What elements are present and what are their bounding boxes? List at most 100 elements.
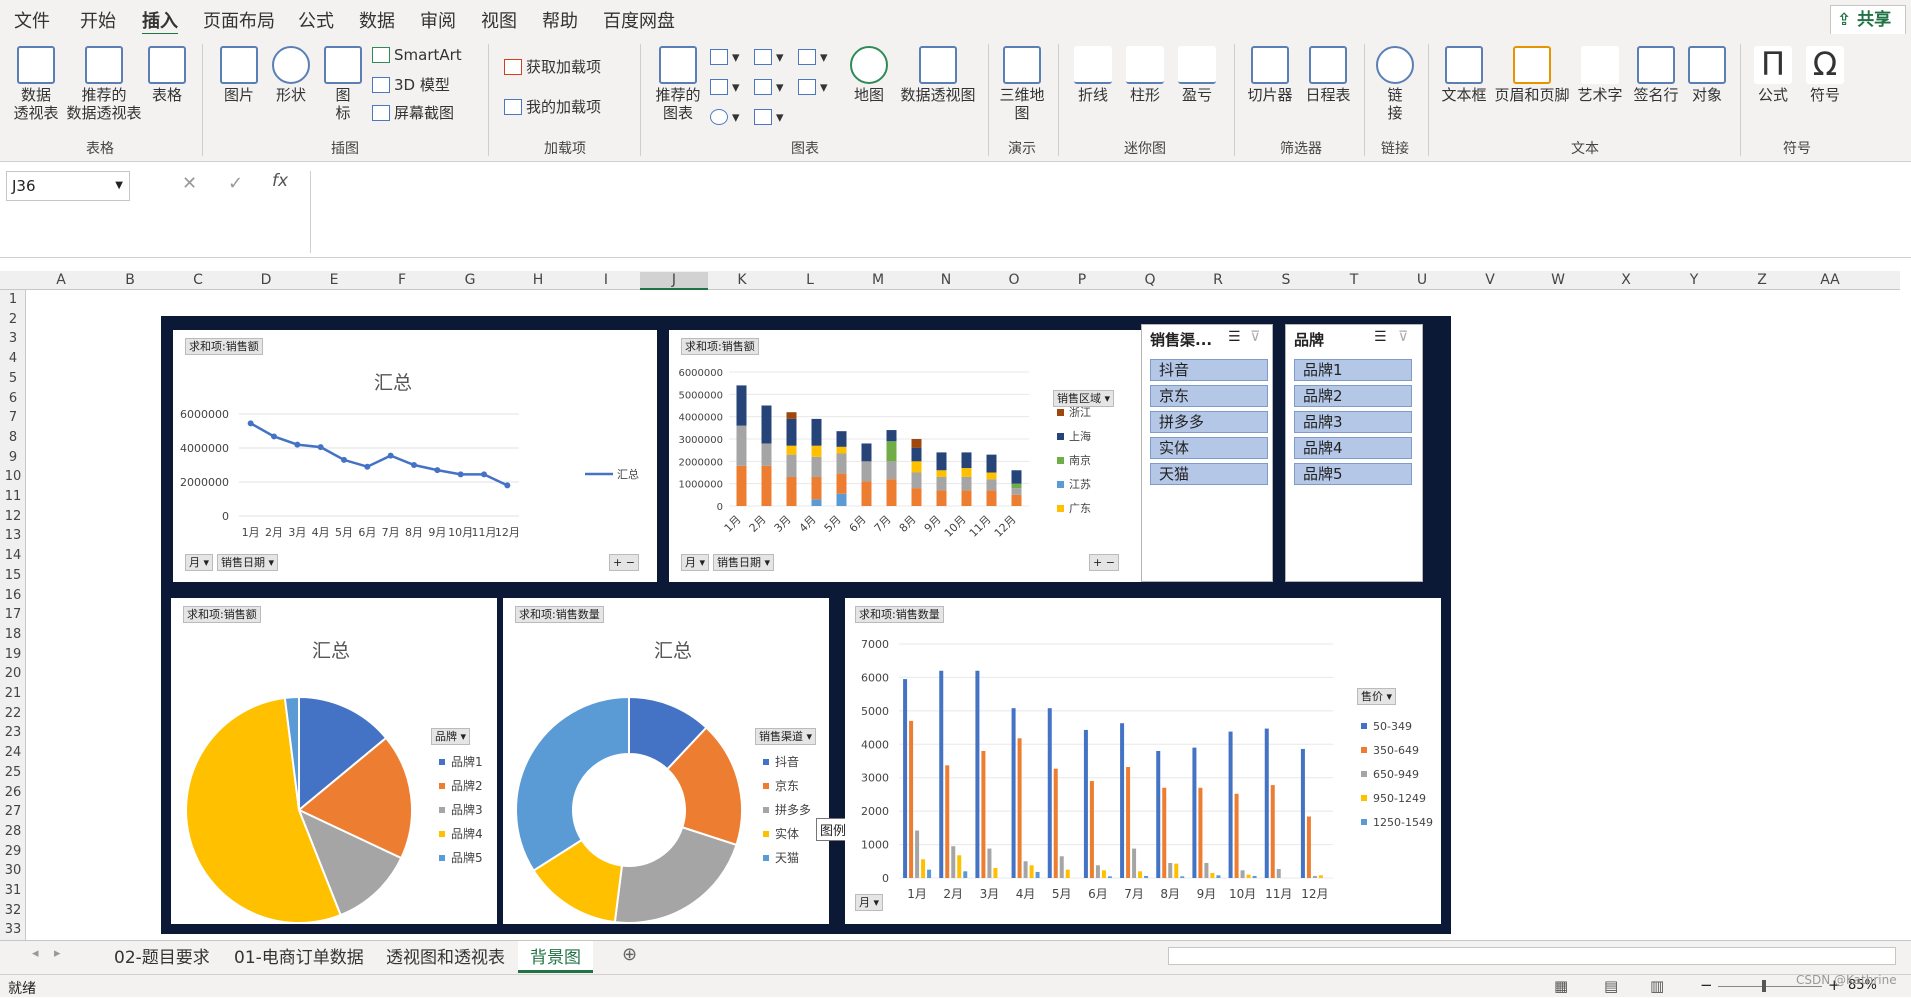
column-header[interactable]: AA <box>1796 272 1864 288</box>
wordart-button[interactable]: 艺术字 <box>1572 46 1628 104</box>
sparkline-line-button[interactable]: 折线 <box>1070 46 1116 104</box>
shapes-button[interactable]: 形状 <box>268 46 314 104</box>
slicer-item[interactable]: 抖音 <box>1150 359 1268 381</box>
row-header[interactable]: 11 <box>0 489 26 504</box>
page-break-view-icon[interactable]: ▥ <box>1650 977 1664 995</box>
column-header[interactable]: G <box>436 272 504 288</box>
row-header[interactable]: 22 <box>0 706 26 721</box>
slicer-button[interactable]: 切片器 <box>1242 46 1298 104</box>
line-chart-button[interactable]: ▾ <box>710 78 740 96</box>
slicer-item[interactable]: 京东 <box>1150 385 1268 407</box>
row-header[interactable]: 16 <box>0 588 26 603</box>
column-header[interactable]: D <box>232 272 300 288</box>
menu-help[interactable]: 帮助 <box>542 7 578 33</box>
month-filter-button[interactable]: 月 ▾ <box>681 554 710 571</box>
column-header[interactable]: Z <box>1728 272 1796 288</box>
pivot-table-button[interactable]: 数据 透视表 <box>8 46 64 122</box>
channel-slicer[interactable]: 销售渠... ☰ ⊽ 抖音 京东 拼多多 实体 天猫 <box>1141 324 1273 582</box>
row-header[interactable]: 13 <box>0 528 26 543</box>
slicer-item[interactable]: 品牌1 <box>1294 359 1412 381</box>
month-filter-button[interactable]: 月 ▾ <box>855 894 884 911</box>
brand-filter-button[interactable]: 品牌 ▾ <box>431 728 471 745</box>
column-header[interactable]: L <box>776 272 844 288</box>
scroll-left-icon[interactable]: ◂ <box>32 946 39 961</box>
column-header[interactable]: V <box>1456 272 1524 288</box>
stat-chart-button[interactable]: ▾ <box>754 78 784 96</box>
zoom-slider-handle[interactable] <box>1762 980 1766 992</box>
waterfall-chart-button[interactable]: ▾ <box>798 48 828 66</box>
date-filter-button[interactable]: 销售日期 ▾ <box>713 554 775 571</box>
column-header[interactable]: F <box>368 272 436 288</box>
row-header[interactable]: 8 <box>0 430 26 445</box>
slicer-item[interactable]: 品牌3 <box>1294 411 1412 433</box>
scatter-chart-button[interactable]: ▾ <box>754 108 784 126</box>
row-header[interactable]: 18 <box>0 627 26 642</box>
row-header[interactable]: 2 <box>0 312 26 327</box>
sheet-tab[interactable]: 透视图和透视表 <box>386 943 505 968</box>
column-header[interactable]: W <box>1524 272 1592 288</box>
row-header[interactable]: 6 <box>0 391 26 406</box>
menu-home[interactable]: 开始 <box>80 7 116 33</box>
menu-file[interactable]: 文件 <box>14 7 50 33</box>
row-header[interactable]: 33 <box>0 922 26 937</box>
column-header[interactable]: I <box>572 272 640 288</box>
map-chart-button[interactable]: 地图 <box>846 46 892 104</box>
share-button[interactable]: ⇪ 共享 <box>1830 5 1906 35</box>
row-header[interactable]: 26 <box>0 785 26 800</box>
row-header[interactable]: 32 <box>0 903 26 918</box>
slicer-item[interactable]: 品牌5 <box>1294 463 1412 485</box>
expand-collapse-buttons[interactable]: + − <box>1089 554 1119 571</box>
menu-view[interactable]: 视图 <box>481 7 517 33</box>
row-header[interactable]: 30 <box>0 863 26 878</box>
name-box[interactable]: J36 ▼ <box>6 171 130 201</box>
line-chart-panel[interactable]: 求和项:销售额 汇总 0 2000000 4000000 6000000 1月 2月 3月 4… <box>173 330 657 582</box>
my-addins-button[interactable]: 我的加载项 <box>504 96 601 117</box>
hierarchy-chart-button[interactable]: ▾ <box>754 48 784 66</box>
page-layout-view-icon[interactable]: ▤ <box>1604 977 1618 995</box>
column-header[interactable]: H <box>504 272 572 288</box>
fx-icon[interactable]: fx <box>272 171 288 191</box>
row-header[interactable]: 9 <box>0 450 26 465</box>
row-header[interactable]: 31 <box>0 883 26 898</box>
formula-input[interactable] <box>310 171 1910 253</box>
region-filter-button[interactable]: 销售区域 ▾ <box>1053 390 1115 407</box>
sparkline-winloss-button[interactable]: 盈亏 <box>1174 46 1220 104</box>
row-header[interactable]: 25 <box>0 765 26 780</box>
normal-view-icon[interactable]: ▦ <box>1554 977 1568 995</box>
slicer-item[interactable]: 实体 <box>1150 437 1268 459</box>
column-header[interactable]: X <box>1592 272 1660 288</box>
zoom-out-icon[interactable]: − <box>1700 976 1713 994</box>
row-header[interactable]: 3 <box>0 331 26 346</box>
column-header[interactable]: Q <box>1116 272 1184 288</box>
icons-button[interactable]: 图 标 <box>320 46 366 122</box>
slicer-item[interactable]: 品牌2 <box>1294 385 1412 407</box>
textbox-button[interactable]: 文本框 <box>1436 46 1492 104</box>
row-header[interactable]: 28 <box>0 824 26 839</box>
column-header[interactable]: P <box>1048 272 1116 288</box>
row-header[interactable]: 5 <box>0 371 26 386</box>
column-header[interactable]: Y <box>1660 272 1728 288</box>
screenshot-button[interactable]: 屏幕截图 <box>372 102 454 123</box>
clear-filter-icon[interactable]: ⊽ <box>1398 329 1408 345</box>
smartart-button[interactable]: SmartArt <box>372 46 462 64</box>
picture-button[interactable]: 图片 <box>216 46 262 104</box>
expand-collapse-buttons[interactable]: + − <box>609 554 639 571</box>
donut-chart-panel[interactable]: 求和项:销售数量 汇总 抖音 京东 拼多多 实体 天猫 销售渠道 ▾ <box>503 598 829 924</box>
row-header[interactable]: 23 <box>0 725 26 740</box>
row-header[interactable]: 7 <box>0 410 26 425</box>
recommended-pivot-button[interactable]: 推荐的 数据透视表 <box>66 46 142 122</box>
column-header[interactable]: U <box>1388 272 1456 288</box>
column-header[interactable]: E <box>300 272 368 288</box>
pie-chart-button[interactable]: ▾ <box>710 108 740 126</box>
menu-insert[interactable]: 插入 <box>142 7 178 36</box>
menu-baidu-pan[interactable]: 百度网盘 <box>603 7 675 33</box>
clustered-chart-panel[interactable]: 求和项:销售数量 0 1000 2000 3000 4000 5000 6000 7000 1月… <box>845 598 1441 924</box>
header-footer-button[interactable]: 页眉和页脚 <box>1492 46 1572 104</box>
timeline-button[interactable]: 日程表 <box>1300 46 1356 104</box>
column-header[interactable]: A <box>26 272 96 288</box>
signature-line-button[interactable]: 签名行 <box>1628 46 1684 104</box>
column-header[interactable]: S <box>1252 272 1320 288</box>
3d-model-button[interactable]: 3D 模型 <box>372 74 450 95</box>
row-header[interactable]: 1 <box>0 292 26 307</box>
multi-select-icon[interactable]: ☰ <box>1228 329 1241 345</box>
